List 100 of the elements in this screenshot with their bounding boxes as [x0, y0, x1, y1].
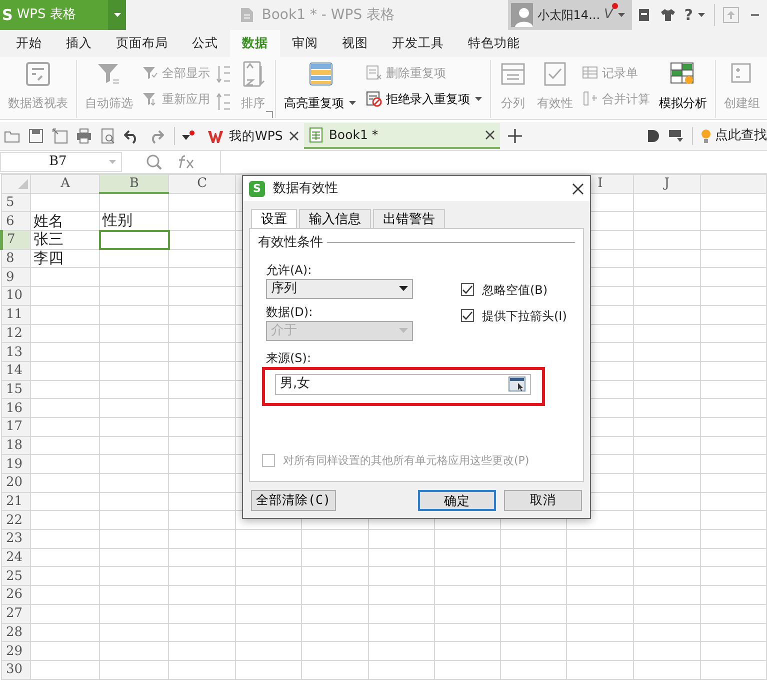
menu-tab[interactable]: 开发工具 — [380, 30, 456, 57]
logo-icon: S — [249, 180, 265, 196]
sort-ascending-icon[interactable] — [216, 64, 232, 84]
field-label: 允许(A): — [266, 262, 313, 278]
dialog-tab[interactable]: 输入信息 — [299, 209, 371, 228]
checkbox-option[interactable]: 忽略空值(B) — [461, 280, 567, 298]
preview-icon[interactable] — [100, 128, 116, 144]
ribbon-button[interactable]: 高亮重复项 — [281, 60, 360, 116]
dropdown-icon[interactable] — [181, 130, 195, 142]
filter-arrow-icon — [142, 91, 158, 107]
row-header[interactable]: 7 — [2, 230, 31, 250]
table-cell: 性别 — [100, 212, 169, 231]
d-shape-icon[interactable] — [646, 129, 660, 143]
checkbox[interactable] — [461, 283, 474, 296]
row-header[interactable]: 14 — [2, 361, 31, 380]
row-header[interactable]: 30 — [2, 660, 31, 680]
help-button[interactable]: ? — [680, 4, 710, 26]
column-header[interactable]: C — [168, 174, 236, 194]
row-header[interactable]: 25 — [2, 566, 31, 586]
name-box[interactable]: B7 — [0, 152, 122, 172]
save-icon[interactable] — [28, 128, 44, 144]
menu-tab[interactable]: 数据 — [230, 30, 280, 57]
document-tab[interactable]: 我的WPS — [203, 123, 304, 149]
row-header[interactable]: 19 — [2, 454, 31, 474]
menu-tab[interactable]: 视图 — [330, 30, 380, 57]
row-header[interactable]: 10 — [2, 286, 31, 306]
source-input[interactable]: 男,女 — [275, 374, 531, 394]
row-header[interactable]: 20 — [2, 474, 31, 492]
find-hint-button[interactable]: 点此查找 — [701, 126, 767, 146]
user-panel[interactable]: 小太阳14... V — [508, 0, 632, 30]
column-header[interactable]: J — [634, 174, 700, 194]
ribbon-button[interactable]: 拒绝录入重复项 — [364, 86, 485, 112]
box-icon[interactable] — [637, 8, 652, 22]
dialog-tab[interactable]: 设置 — [251, 209, 297, 229]
row-header[interactable]: 5 — [2, 193, 31, 212]
row-header[interactable]: 15 — [2, 380, 31, 399]
checkbox-option[interactable]: 提供下拉箭头(I) — [461, 306, 567, 324]
row-header[interactable]: 12 — [2, 324, 31, 343]
row-header[interactable]: 17 — [2, 417, 31, 436]
print-icon[interactable] — [76, 128, 92, 144]
row-header[interactable]: 28 — [2, 623, 31, 642]
row-header[interactable]: 27 — [2, 604, 31, 623]
function-icon[interactable] — [178, 155, 196, 169]
tray-icon[interactable] — [668, 129, 684, 143]
document-tab[interactable]: Book1 * — [304, 123, 500, 149]
row-header[interactable]: 26 — [2, 586, 31, 604]
close-icon[interactable] — [288, 131, 299, 141]
row-header[interactable]: 8 — [2, 249, 31, 268]
close-icon[interactable] — [484, 130, 495, 140]
dropdown-field[interactable]: 序列 — [266, 278, 413, 298]
row-header[interactable]: 22 — [2, 510, 31, 530]
row-header[interactable]: 21 — [2, 492, 31, 511]
dialog-button[interactable]: 取消 — [504, 490, 582, 511]
dialog-button[interactable]: 全部清除(C) — [251, 490, 336, 511]
zoom-icon[interactable] — [146, 154, 162, 170]
dialog-button[interactable]: 确定 — [418, 490, 496, 511]
column-header[interactable]: A — [30, 174, 100, 194]
row-header[interactable]: 16 — [2, 398, 31, 418]
caret-icon — [399, 328, 408, 334]
filter-check-icon — [142, 65, 158, 81]
dialog-tab[interactable]: 出错警告 — [373, 209, 445, 228]
export-icon[interactable] — [52, 128, 68, 144]
menu-tab[interactable]: 开始 — [4, 30, 54, 57]
row-header[interactable]: 6 — [2, 212, 31, 231]
dialog-launcher-icon[interactable] — [266, 111, 273, 118]
caret-icon — [112, 11, 122, 19]
row-header[interactable]: 29 — [2, 642, 31, 660]
row-header[interactable]: 9 — [2, 268, 31, 287]
tab-label: Book1 * — [328, 126, 380, 144]
dialog-title: 数据有效性 — [273, 180, 339, 198]
menu-tab[interactable]: 特色功能 — [456, 30, 532, 57]
menu-tab[interactable]: 公式 — [180, 30, 230, 57]
row-header[interactable]: 18 — [2, 436, 31, 455]
row-header[interactable]: 11 — [2, 305, 31, 324]
plus-icon[interactable] — [508, 129, 522, 143]
menu-tab[interactable]: 审阅 — [280, 30, 330, 57]
shirt-icon[interactable] — [660, 8, 676, 22]
row-header[interactable]: 13 — [2, 342, 31, 362]
checkbox-label: 对所有同样设置的其他所有单元格应用这些更改(P) — [283, 452, 530, 468]
menu-tab[interactable]: 插入 — [54, 30, 104, 57]
range-picker-icon[interactable] — [508, 376, 526, 392]
w-logo-icon — [208, 130, 223, 142]
ribbon-button[interactable]: 模拟分析 — [656, 60, 710, 116]
row-header[interactable]: 24 — [2, 548, 31, 567]
checkbox[interactable] — [461, 309, 474, 322]
row-header[interactable]: 23 — [2, 530, 31, 548]
caret-icon — [109, 159, 117, 165]
avatar-icon — [511, 3, 534, 27]
lightbulb-icon — [701, 128, 711, 144]
close-icon[interactable] — [572, 182, 584, 194]
column-header[interactable]: B — [100, 174, 169, 194]
caret-icon — [348, 99, 357, 107]
sort-descending-icon[interactable] — [216, 92, 232, 112]
table-cell: 张三 — [30, 230, 100, 250]
menu-dropdown-button[interactable] — [108, 0, 126, 30]
check-icon — [462, 310, 473, 321]
vip-label: V — [604, 5, 613, 25]
selected-cell[interactable] — [100, 230, 169, 250]
delete-rows-icon — [366, 65, 382, 81]
menu-tab[interactable]: 页面布局 — [104, 30, 180, 57]
